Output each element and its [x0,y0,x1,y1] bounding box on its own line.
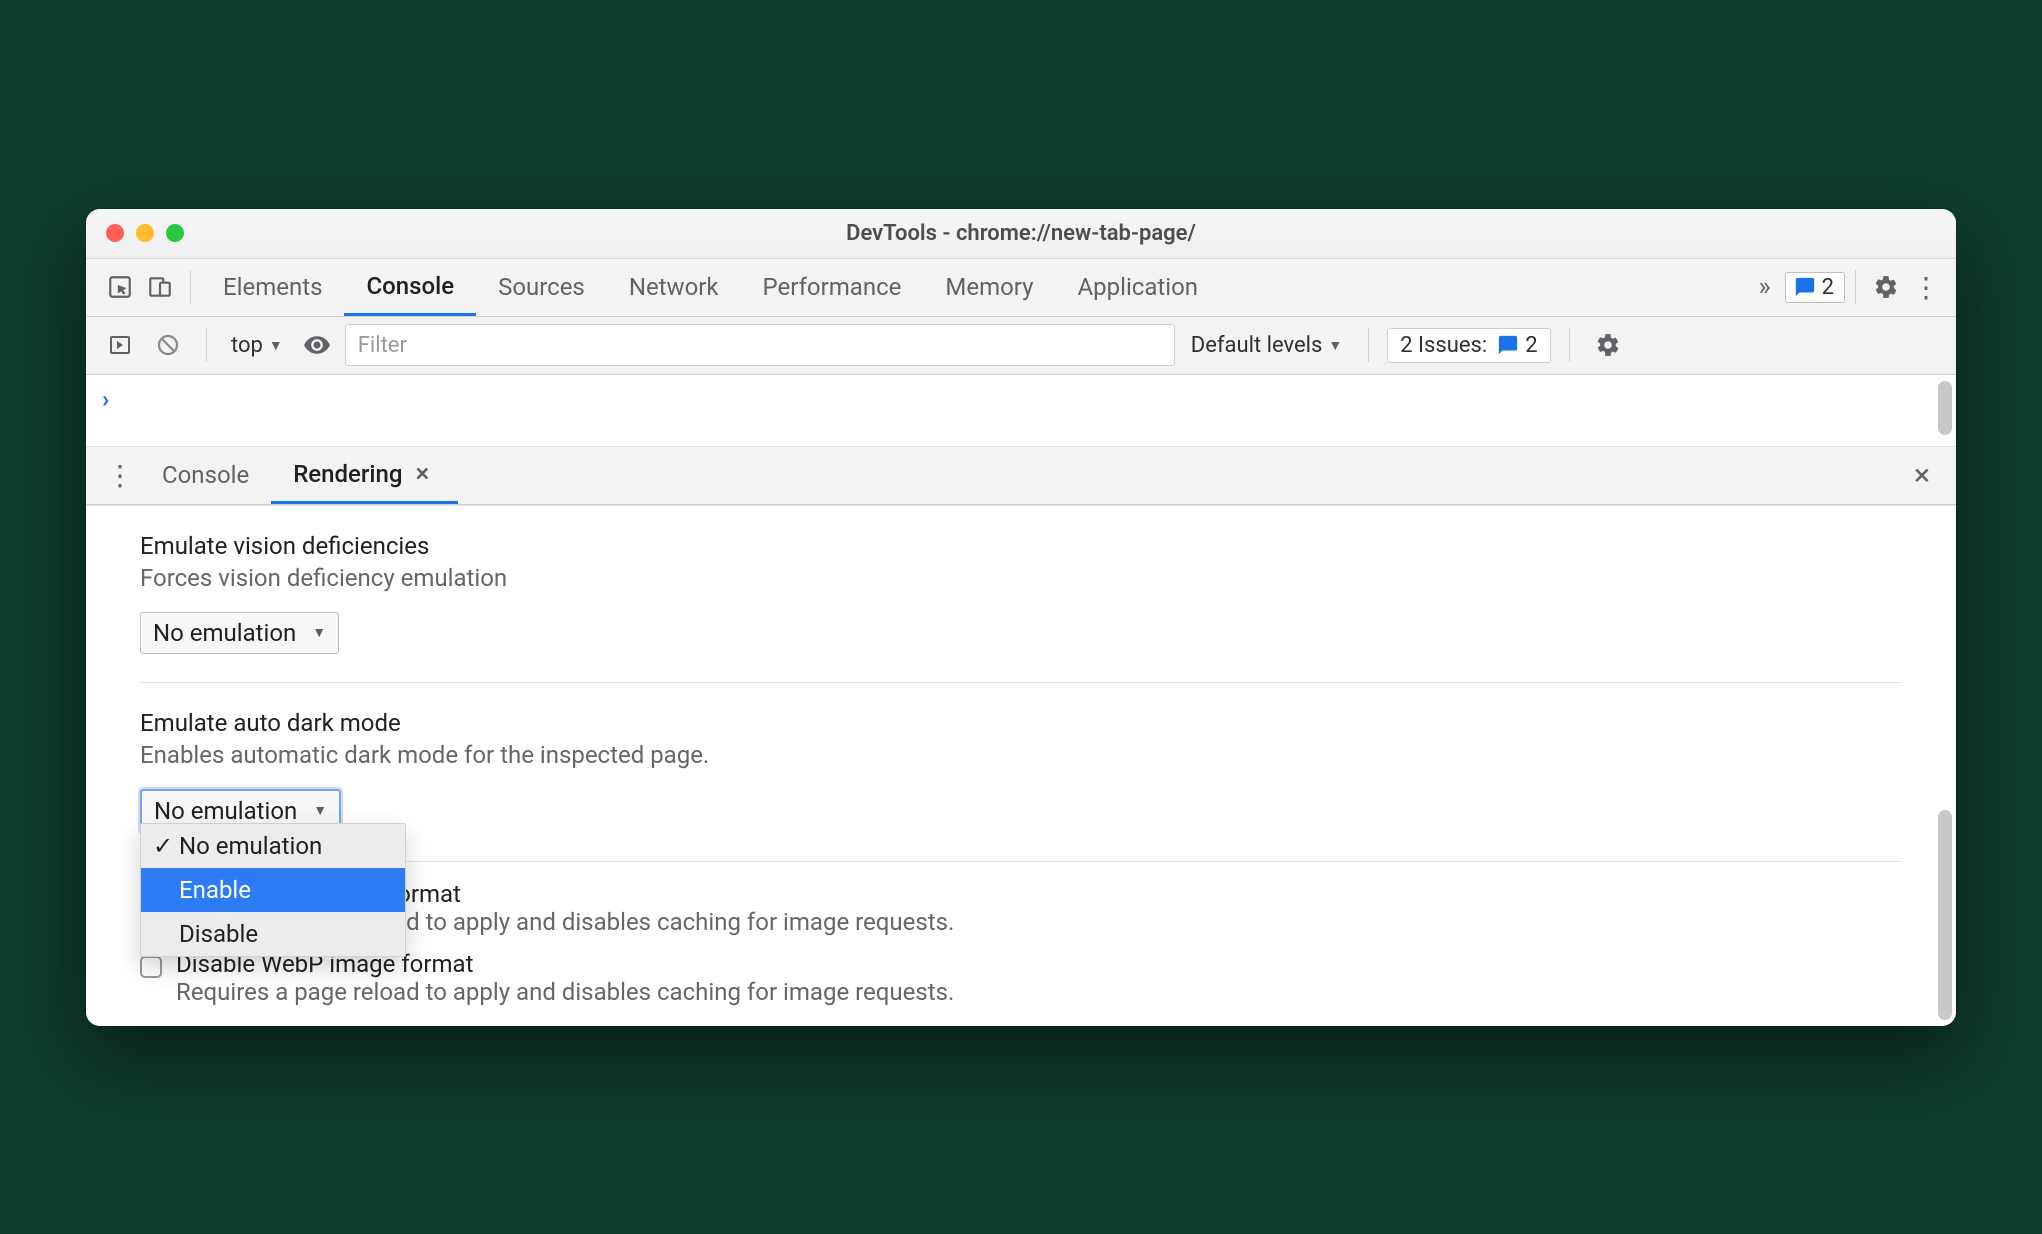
drawer-kebab-icon[interactable]: ⋮ [100,455,140,495]
tab-label: Elements [223,273,322,301]
kebab-menu-icon[interactable]: ⋮ [1906,267,1946,307]
message-icon [1497,334,1519,356]
option-disable[interactable]: Disable [141,912,405,956]
clear-console-icon[interactable] [148,325,188,365]
window-title: DevTools - chrome://new-tab-page/ [86,221,1956,246]
tab-memory[interactable]: Memory [923,258,1055,316]
tab-label: Performance [763,273,902,301]
issues-count: 2 [1525,333,1537,358]
issues-button[interactable]: 2 Issues: 2 [1387,328,1550,363]
tab-label: Sources [498,273,585,301]
main-tabs-row: Elements Console Sources Network Perform… [86,259,1956,317]
devtools-window: DevTools - chrome://new-tab-page/ Elemen… [86,209,1956,1026]
option-enable[interactable]: Enable [141,868,405,912]
drawer-tab-rendering[interactable]: Rendering × [271,446,458,504]
messages-count: 2 [1822,275,1834,300]
vision-deficiency-select[interactable]: No emulation ▼ [140,612,339,654]
close-tab-icon[interactable]: × [408,459,436,489]
more-tabs-icon[interactable]: » [1745,267,1785,307]
option-label: Enable [179,876,251,904]
message-icon [1794,276,1816,298]
tab-label: Network [629,273,719,301]
context-selector[interactable]: top ▼ [225,333,289,358]
disable-webp-checkbox[interactable] [140,956,162,978]
option-label: No emulation [179,832,322,860]
levels-selector[interactable]: Default levels ▼ [1183,333,1350,358]
section-title: Emulate vision deficiencies [140,532,1902,560]
vision-deficiency-section: Emulate vision deficiencies Forces visio… [86,505,1956,682]
scrollbar-thumb[interactable] [1938,810,1952,1020]
tab-sources[interactable]: Sources [476,258,607,316]
section-title: Emulate auto dark mode [140,709,1902,737]
console-toolbar: top ▼ Filter Default levels ▼ 2 Issues: … [86,317,1956,375]
tab-label: Console [366,272,454,300]
scrollbar-thumb[interactable] [1938,381,1952,435]
disable-webp-row: Disable WebP image format Requires a pag… [86,950,1956,1012]
drawer-tabs: ⋮ Console Rendering × × [86,447,1956,505]
live-expression-icon[interactable] [297,325,337,365]
separator [1368,328,1369,362]
option-no-emulation[interactable]: No emulation [141,824,405,868]
drawer-tab-console[interactable]: Console [140,446,271,504]
section-desc: Forces vision deficiency emulation [140,564,1902,592]
settings-icon[interactable] [1866,267,1906,307]
console-body[interactable]: › [86,375,1956,447]
tab-performance[interactable]: Performance [741,258,924,316]
tab-label: Rendering [293,460,402,488]
filter-placeholder: Filter [358,333,407,358]
titlebar: DevTools - chrome://new-tab-page/ [86,209,1956,259]
auto-dark-mode-dropdown: No emulation Enable Disable [140,823,406,957]
close-drawer-icon[interactable]: × [1902,455,1942,495]
device-toolbar-icon[interactable] [140,267,180,307]
console-prompt-icon: › [102,385,109,413]
messages-badge[interactable]: 2 [1785,272,1845,303]
tab-label: Console [162,461,249,489]
console-settings-icon[interactable] [1588,325,1628,365]
auto-dark-mode-section: Emulate auto dark mode Enables automatic… [86,683,1956,861]
toggle-sidebar-icon[interactable] [100,325,140,365]
section-desc: Enables automatic dark mode for the insp… [140,741,1902,769]
tab-label: Memory [945,273,1033,301]
tab-network[interactable]: Network [607,258,741,316]
separator [1569,328,1570,362]
row-desc: Requires a page reload to apply and disa… [176,978,954,1006]
tab-label: Application [1078,273,1199,301]
issues-label: 2 Issues: [1400,333,1487,358]
levels-value: Default levels [1191,333,1323,358]
select-value: No emulation [154,797,297,825]
separator [206,328,207,362]
chevron-down-icon: ▼ [1328,337,1342,354]
context-value: top [231,333,263,358]
select-value: No emulation [153,619,296,647]
tab-application[interactable]: Application [1056,258,1221,316]
tab-console[interactable]: Console [344,258,476,316]
separator [190,270,191,304]
chevron-down-icon: ▼ [313,802,327,819]
option-label: Disable [179,920,258,948]
chevron-down-icon: ▼ [312,624,326,641]
chevron-down-icon: ▼ [269,337,283,354]
separator [1855,270,1856,304]
inspect-element-icon[interactable] [100,267,140,307]
filter-input[interactable]: Filter [345,324,1175,366]
tab-elements[interactable]: Elements [201,258,344,316]
rendering-panel: Emulate vision deficiencies Forces visio… [86,505,1956,1026]
